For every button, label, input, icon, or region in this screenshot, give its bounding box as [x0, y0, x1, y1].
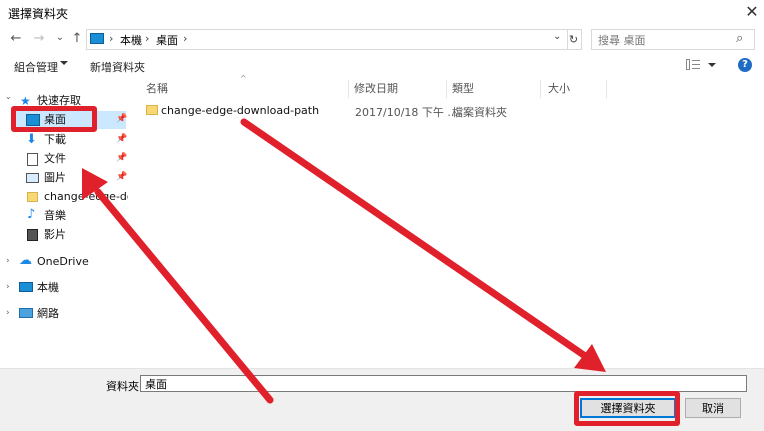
annotation-arrows: [82, 118, 606, 404]
arrow-to-desktop: [94, 188, 274, 404]
arrow-to-select-button: [240, 118, 592, 362]
